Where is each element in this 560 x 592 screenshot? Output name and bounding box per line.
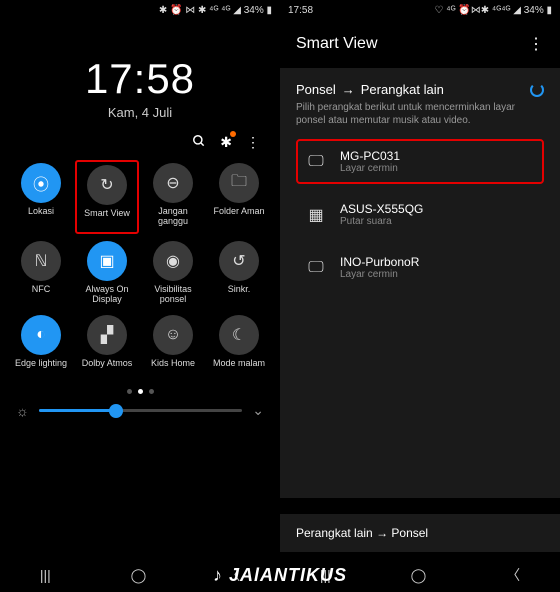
tile-icon: ☺ xyxy=(153,315,193,355)
tile-label: Folder Aman xyxy=(213,207,264,227)
quick-tile[interactable]: ⊖ Jangan ganggu xyxy=(144,163,202,231)
tile-label: Mode malam xyxy=(213,359,265,379)
tile-label: Jangan ganggu xyxy=(144,207,202,227)
tile-icon: ⊖ xyxy=(153,163,193,203)
section-subtitle: Pilih perangkat berikut untuk mencermink… xyxy=(296,101,544,127)
tile-icon: ☾ xyxy=(219,315,259,355)
quick-tile[interactable]: ◐ Edge lighting xyxy=(12,315,70,379)
tile-icon: ▣ xyxy=(87,241,127,281)
tile-icon: ⦿ xyxy=(21,163,61,203)
brightness-slider[interactable]: ☼ ⌄ xyxy=(0,394,280,423)
tile-label: Lokasi xyxy=(28,207,54,227)
watermark-logo: ♪ JAlANTIKUS xyxy=(213,565,347,586)
quick-tile[interactable]: ☺ Kids Home xyxy=(144,315,202,379)
tile-icon: ℕ xyxy=(21,241,61,281)
device-icon: 🖵 xyxy=(304,259,328,277)
loading-spinner-icon xyxy=(530,83,544,97)
brightness-icon: ☼ xyxy=(16,403,29,419)
device-icon: 🖵 xyxy=(304,153,328,171)
section-heading: Ponsel → Perangkat lain xyxy=(296,82,544,97)
status-bar: 17:58 ♡ ⁴ᴳ ⏰⋈✱ ⁴ᴳ⁴ᴳ ◢ 34% ▮ xyxy=(280,0,560,20)
quick-tile[interactable]: ⦿ Lokasi xyxy=(12,163,70,231)
tile-label: Kids Home xyxy=(151,359,195,379)
device-item[interactable]: 🖵 MG-PC031Layar cermin xyxy=(296,139,544,184)
tile-label: NFC xyxy=(32,285,51,305)
home-button[interactable]: ◯ xyxy=(411,567,427,584)
device-subtitle: Layar cermin xyxy=(340,269,419,280)
quick-actions: ✱ ⋮ xyxy=(0,120,280,157)
tile-label: Dolby Atmos xyxy=(82,359,133,379)
quick-tile[interactable]: 🗀 Folder Aman xyxy=(210,163,268,231)
device-item[interactable]: ▦ ASUS-X555QGPutar suara xyxy=(296,192,544,237)
arrow-right-icon: → xyxy=(342,82,355,97)
time-display: 17:58 xyxy=(0,55,280,103)
recents-button[interactable]: ||| xyxy=(40,567,51,583)
device-name: ASUS-X555QG xyxy=(340,202,423,216)
quick-tile[interactable]: ☾ Mode malam xyxy=(210,315,268,379)
device-subtitle: Layar cermin xyxy=(340,163,400,174)
page-title: Smart View xyxy=(296,35,378,53)
menu-icon[interactable]: ⋮ xyxy=(246,134,260,151)
status-bar: ✱ ⏰ ⋈ ✱ ⁴ᴳ ⁴ᴳ ◢ 34% ▮ xyxy=(0,0,280,20)
date-display: Kam, 4 Juli xyxy=(0,105,280,120)
arrow-right-icon: → xyxy=(376,526,391,540)
tile-icon: ◐ xyxy=(21,315,61,355)
overflow-menu-icon[interactable]: ⋮ xyxy=(528,34,544,54)
quick-tile[interactable]: ▣ Always On Display xyxy=(78,241,136,305)
direction-section: Ponsel → Perangkat lain Pilih perangkat … xyxy=(280,68,560,498)
search-icon[interactable] xyxy=(192,134,206,151)
tile-icon: 🗀 xyxy=(219,163,259,203)
tile-label: Always On Display xyxy=(78,285,136,305)
quick-tile[interactable]: ◉ Visibilitas ponsel xyxy=(144,241,202,305)
tile-icon: ↻ xyxy=(87,165,127,205)
tile-label: Sinkr. xyxy=(228,285,251,305)
home-button[interactable]: ◯ xyxy=(131,567,147,584)
device-name: INO-PurbonoR xyxy=(340,255,419,269)
device-subtitle: Putar suara xyxy=(340,216,423,227)
tile-label: Smart View xyxy=(84,209,130,229)
device-item[interactable]: 🖵 INO-PurbonoRLayar cermin xyxy=(296,245,544,290)
quick-tile[interactable]: ↻ Smart View xyxy=(75,160,139,234)
clock-panel: 17:58 Kam, 4 Juli xyxy=(0,55,280,120)
settings-icon[interactable]: ✱ xyxy=(220,134,232,151)
quick-tile[interactable]: ℕ NFC xyxy=(12,241,70,305)
quick-tile[interactable]: ↺ Sinkr. xyxy=(210,241,268,305)
quick-tiles-grid: ⦿ Lokasi ↻ Smart View ⊖ Jangan ganggu 🗀 Folder … xyxy=(0,157,280,385)
device-name: MG-PC031 xyxy=(340,149,400,163)
device-list: 🖵MG-PC031Layar cermin▦ASUS-X555QGPutar s… xyxy=(296,139,544,290)
chevron-down-icon[interactable]: ⌄ xyxy=(252,402,264,419)
device-icon: ▦ xyxy=(304,205,328,225)
reverse-direction-section[interactable]: Perangkat lain → Ponsel xyxy=(280,514,560,552)
quick-tile[interactable]: ▞ Dolby Atmos xyxy=(78,315,136,379)
tile-icon: ▞ xyxy=(87,315,127,355)
tile-icon: ◉ xyxy=(153,241,193,281)
app-header: Smart View ⋮ xyxy=(280,20,560,64)
tile-label: Visibilitas ponsel xyxy=(144,285,202,305)
tile-icon: ↺ xyxy=(219,241,259,281)
back-button[interactable]: 〈 xyxy=(506,565,520,585)
tile-label: Edge lighting xyxy=(15,359,67,379)
